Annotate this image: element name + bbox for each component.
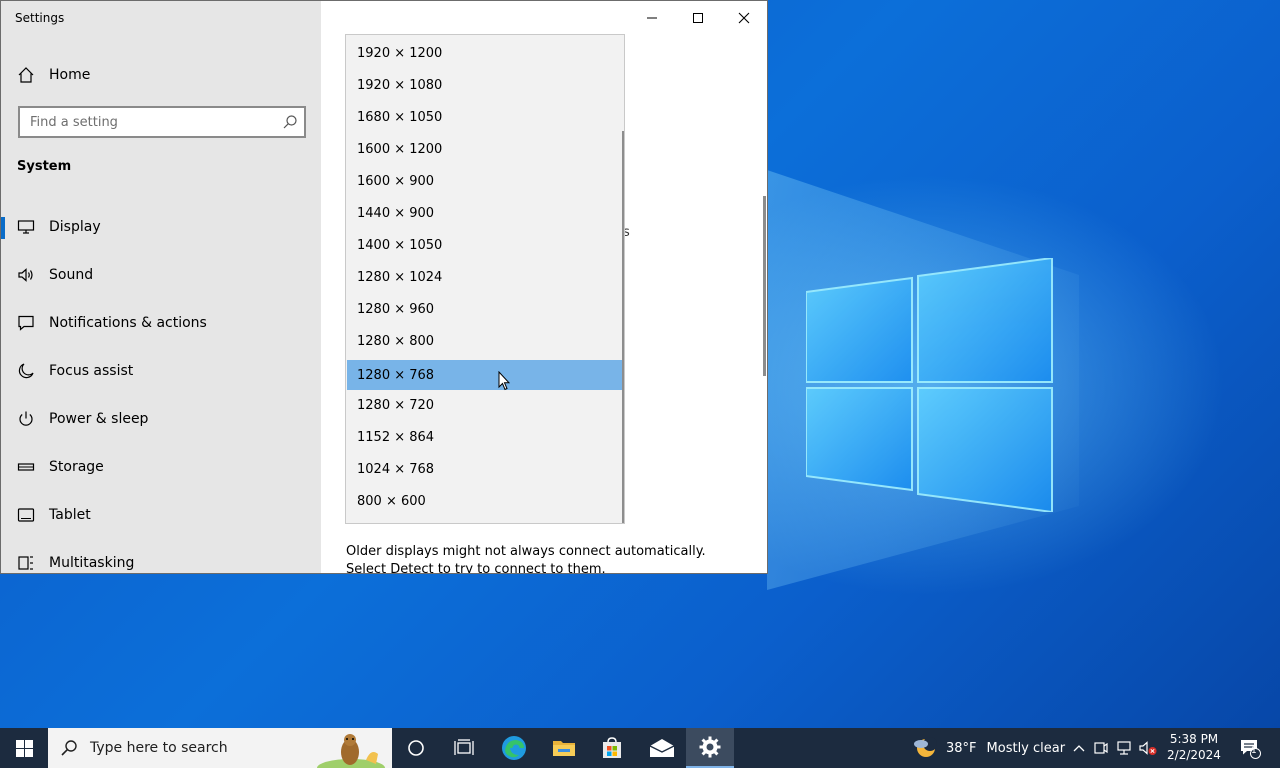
sidebar-item-display[interactable]: Display bbox=[1, 203, 321, 251]
resolution-option[interactable]: 1920 × 1200 bbox=[347, 38, 622, 68]
home-icon bbox=[18, 67, 34, 83]
resolution-dropdown-list: 1920 × 1200 1920 × 1080 1680 × 1050 1600… bbox=[345, 34, 625, 524]
store-bag-icon bbox=[603, 737, 621, 758]
task-view-button[interactable] bbox=[440, 728, 488, 768]
taskbar-clock[interactable]: 5:38 PM 2/2/2024 bbox=[1160, 731, 1228, 763]
sidebar-item-label: Power & sleep bbox=[49, 411, 149, 427]
tablet-icon bbox=[17, 506, 35, 524]
taskbar-search-placeholder: Type here to search bbox=[90, 740, 228, 756]
sidebar-item-tablet[interactable]: Tablet bbox=[1, 491, 321, 539]
chevron-up-icon[interactable] bbox=[1070, 744, 1088, 752]
resolution-option[interactable]: 1024 × 768 bbox=[347, 454, 622, 484]
resolution-option[interactable]: 1280 × 960 bbox=[347, 294, 622, 324]
sidebar-item-focus-assist[interactable]: Focus assist bbox=[1, 347, 321, 395]
resolution-option[interactable]: 1400 × 1050 bbox=[347, 230, 622, 260]
resolution-option-selected[interactable]: 1280 × 768 bbox=[347, 360, 622, 390]
sidebar-item-power-sleep[interactable]: Power & sleep bbox=[1, 395, 321, 443]
clock-date: 2/2/2024 bbox=[1167, 748, 1221, 762]
taskbar-settings[interactable] bbox=[686, 728, 734, 768]
sidebar-nav: Display Sound Notifications & actions Fo… bbox=[1, 203, 321, 573]
close-button[interactable] bbox=[721, 1, 767, 35]
taskbar-file-explorer[interactable] bbox=[540, 728, 588, 768]
find-setting-box bbox=[18, 106, 306, 138]
weather-condition: Mostly clear bbox=[986, 740, 1066, 756]
resolution-option[interactable]: 1280 × 720 bbox=[347, 390, 622, 420]
taskbar-store[interactable] bbox=[588, 728, 636, 768]
task-view-icon bbox=[454, 739, 474, 755]
settings-sidebar: Settings Home System Display bbox=[1, 1, 321, 573]
resolution-option[interactable]: 1680 × 1050 bbox=[347, 102, 622, 132]
windows-start-icon bbox=[15, 739, 33, 757]
edge-browser-icon bbox=[502, 736, 526, 760]
power-icon bbox=[17, 410, 35, 428]
sidebar-item-storage[interactable]: Storage bbox=[1, 443, 321, 491]
multitasking-icon bbox=[17, 554, 35, 572]
weather-temp: 38°F bbox=[946, 740, 977, 756]
folder-icon bbox=[553, 741, 575, 756]
resolution-option[interactable]: 1440 × 900 bbox=[347, 198, 622, 228]
minimize-button[interactable] bbox=[629, 1, 675, 35]
home-link[interactable]: Home bbox=[17, 63, 90, 87]
weather-widget[interactable]: 38°F Mostly clear bbox=[912, 728, 1065, 768]
search-icon bbox=[61, 740, 77, 756]
sidebar-item-label: Notifications & actions bbox=[49, 315, 207, 331]
window-title: Settings bbox=[15, 11, 65, 25]
home-label: Home bbox=[49, 67, 91, 83]
clock-time: 5:38 PM bbox=[1169, 732, 1219, 746]
sidebar-item-label: Tablet bbox=[49, 507, 91, 523]
detect-help-text: Older displays might not always connect … bbox=[346, 544, 706, 574]
message-icon bbox=[17, 314, 35, 332]
start-button[interactable] bbox=[0, 728, 48, 768]
sidebar-item-label: Focus assist bbox=[49, 363, 134, 379]
action-center-button[interactable]: 1 bbox=[1236, 728, 1264, 768]
resolution-option[interactable]: 1600 × 900 bbox=[347, 166, 622, 196]
resolution-option[interactable]: 1280 × 1024 bbox=[347, 262, 622, 292]
resolution-option[interactable]: 1152 × 864 bbox=[347, 422, 622, 452]
maximize-icon bbox=[693, 13, 703, 23]
mail-icon bbox=[649, 739, 675, 757]
gear-icon bbox=[699, 736, 721, 758]
notification-count: 1 bbox=[1251, 746, 1257, 756]
close-icon bbox=[738, 12, 750, 24]
sidebar-item-multitasking[interactable]: Multitasking bbox=[1, 539, 321, 573]
sidebar-item-sound[interactable]: Sound bbox=[1, 251, 321, 299]
maximize-button[interactable] bbox=[675, 1, 721, 35]
system-tray bbox=[1070, 728, 1160, 768]
windows-logo-wallpaper bbox=[806, 258, 1053, 512]
content-scrollbar[interactable] bbox=[763, 196, 766, 376]
moon-cloud-weather-icon bbox=[914, 737, 937, 757]
mouse-pointer-icon bbox=[498, 371, 510, 391]
taskbar-search-box[interactable]: Type here to search bbox=[48, 728, 392, 768]
window-controls bbox=[629, 1, 767, 35]
resolution-option[interactable]: 1600 × 1200 bbox=[347, 134, 622, 164]
resolution-option[interactable]: 1280 × 800 bbox=[347, 326, 622, 356]
sidebar-item-label: Display bbox=[49, 219, 101, 235]
monitor-icon bbox=[17, 218, 35, 236]
sidebar-item-label: Sound bbox=[49, 267, 94, 283]
notification-icon bbox=[1241, 740, 1261, 759]
taskbar: Type here to search 38°F Mostly clear 5:… bbox=[0, 728, 1280, 768]
section-title: System bbox=[17, 159, 72, 174]
resolution-option[interactable]: 800 × 600 bbox=[347, 486, 622, 516]
find-setting-input[interactable] bbox=[20, 108, 270, 136]
cortana-icon bbox=[408, 740, 424, 756]
network-icon[interactable] bbox=[1112, 740, 1136, 756]
groundhog-search-highlight-icon bbox=[317, 734, 385, 768]
sidebar-item-notifications[interactable]: Notifications & actions bbox=[1, 299, 321, 347]
taskbar-edge[interactable] bbox=[490, 728, 538, 768]
meet-now-icon[interactable] bbox=[1088, 740, 1112, 756]
cortana-button[interactable] bbox=[392, 728, 440, 768]
sidebar-item-label: Multitasking bbox=[49, 555, 135, 571]
search-icon bbox=[283, 115, 297, 129]
speaker-muted-icon[interactable] bbox=[1136, 740, 1160, 756]
minimize-icon bbox=[647, 17, 657, 19]
taskbar-mail[interactable] bbox=[638, 728, 686, 768]
storage-icon bbox=[17, 458, 35, 476]
sidebar-item-label: Storage bbox=[49, 459, 104, 475]
speaker-icon bbox=[17, 266, 35, 284]
dropdown-scrollbar[interactable] bbox=[622, 131, 624, 523]
resolution-option[interactable]: 1920 × 1080 bbox=[347, 70, 622, 100]
moon-icon bbox=[17, 362, 35, 380]
